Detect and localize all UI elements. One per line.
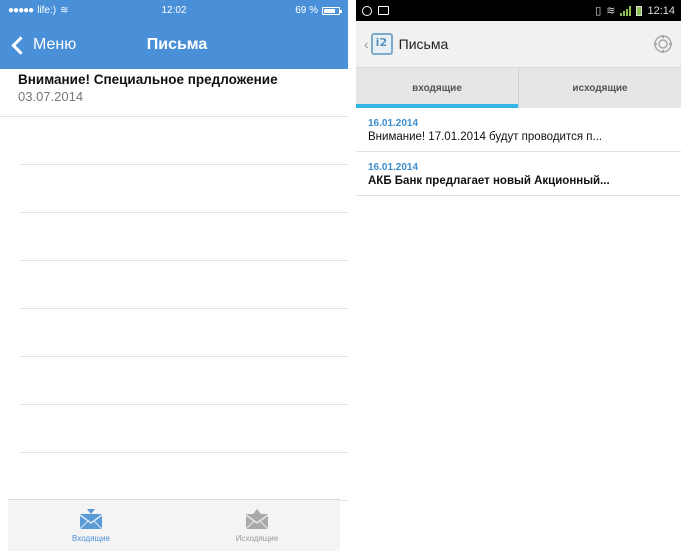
empty-row: [20, 357, 348, 405]
empty-row: [20, 309, 348, 357]
tab-outbox[interactable]: Исходящие: [174, 500, 340, 551]
carrier-name: life:): [37, 5, 57, 16]
tab-inbox-label: Входящие: [72, 533, 110, 543]
tab-bar: Входящие Исходящие: [8, 499, 340, 551]
android-screen: ▯ ≋ 12:14 ‹ Письма входящие исходящие 16…: [356, 0, 681, 551]
tab-inbox[interactable]: Входящие: [8, 500, 174, 551]
vibrate-icon: ▯: [595, 5, 602, 17]
chevron-left-icon[interactable]: ‹: [364, 36, 369, 52]
message-date: 03.07.2014: [18, 89, 84, 104]
signal-icon: [620, 5, 632, 16]
battery-percent: 69 %: [295, 5, 318, 16]
signal-dots-icon: ●●●●●: [8, 5, 34, 16]
empty-row: [20, 405, 348, 453]
empty-row: [20, 261, 348, 309]
tab-inbox[interactable]: входящие: [356, 68, 518, 108]
list-item[interactable]: Внимание! Специальное предложение 03.07.…: [0, 69, 348, 117]
message-subject: Внимание! Специальное предложение: [18, 72, 278, 87]
wifi-icon: ≋: [606, 5, 616, 17]
ios-navigation-bar: Меню Письма: [0, 21, 348, 69]
empty-row: [20, 213, 348, 261]
status-time: 12:02: [161, 5, 187, 16]
message-list: Внимание! Специальное предложение 03.07.…: [0, 69, 348, 501]
ios-screen: ●●●●● life:) ≋ 12:02 69 % Меню Письма Вн…: [0, 0, 348, 551]
empty-row: [20, 165, 348, 213]
back-button-label: Меню: [33, 36, 77, 53]
chevron-left-icon: [11, 35, 30, 55]
envelope-outbox-icon: [245, 508, 269, 529]
message-date: 16.01.2014: [368, 118, 419, 129]
page-title: Письма: [146, 36, 208, 53]
battery-icon: [636, 5, 643, 16]
ios-status-bar: ●●●●● life:) ≋ 12:02 69 %: [0, 0, 348, 21]
tabs: входящие исходящие: [356, 67, 681, 108]
empty-row: [20, 117, 348, 165]
wifi-icon: ≋: [60, 5, 69, 16]
sync-icon: [362, 5, 372, 16]
app-logo-icon[interactable]: [370, 33, 393, 55]
envelope-inbox-icon: [79, 508, 103, 529]
image-notification-icon: [378, 6, 389, 15]
back-button[interactable]: Меню: [0, 35, 77, 55]
battery-icon: [322, 6, 342, 15]
message-date: 16.01.2014: [368, 162, 419, 173]
action-bar: ‹ Письма: [356, 21, 681, 67]
tab-outbox[interactable]: исходящие: [518, 68, 681, 108]
message-subject: Внимание! 17.01.2014 будут проводится п.…: [368, 131, 603, 143]
page-title: Письма: [398, 36, 449, 52]
status-time: 12:14: [647, 4, 675, 17]
settings-icon[interactable]: [653, 34, 673, 54]
android-status-bar: ▯ ≋ 12:14: [356, 0, 681, 21]
message-list: 16.01.2014 Внимание! 17.01.2014 будут пр…: [356, 108, 681, 196]
list-item[interactable]: 16.01.2014 АКБ Банк предлагает новый Акц…: [356, 152, 681, 196]
tab-outbox-label: Исходящие: [235, 533, 279, 543]
message-subject: АКБ Банк предлагает новый Акционный...: [368, 175, 610, 187]
empty-row: [20, 453, 348, 501]
list-item[interactable]: 16.01.2014 Внимание! 17.01.2014 будут пр…: [356, 108, 681, 152]
